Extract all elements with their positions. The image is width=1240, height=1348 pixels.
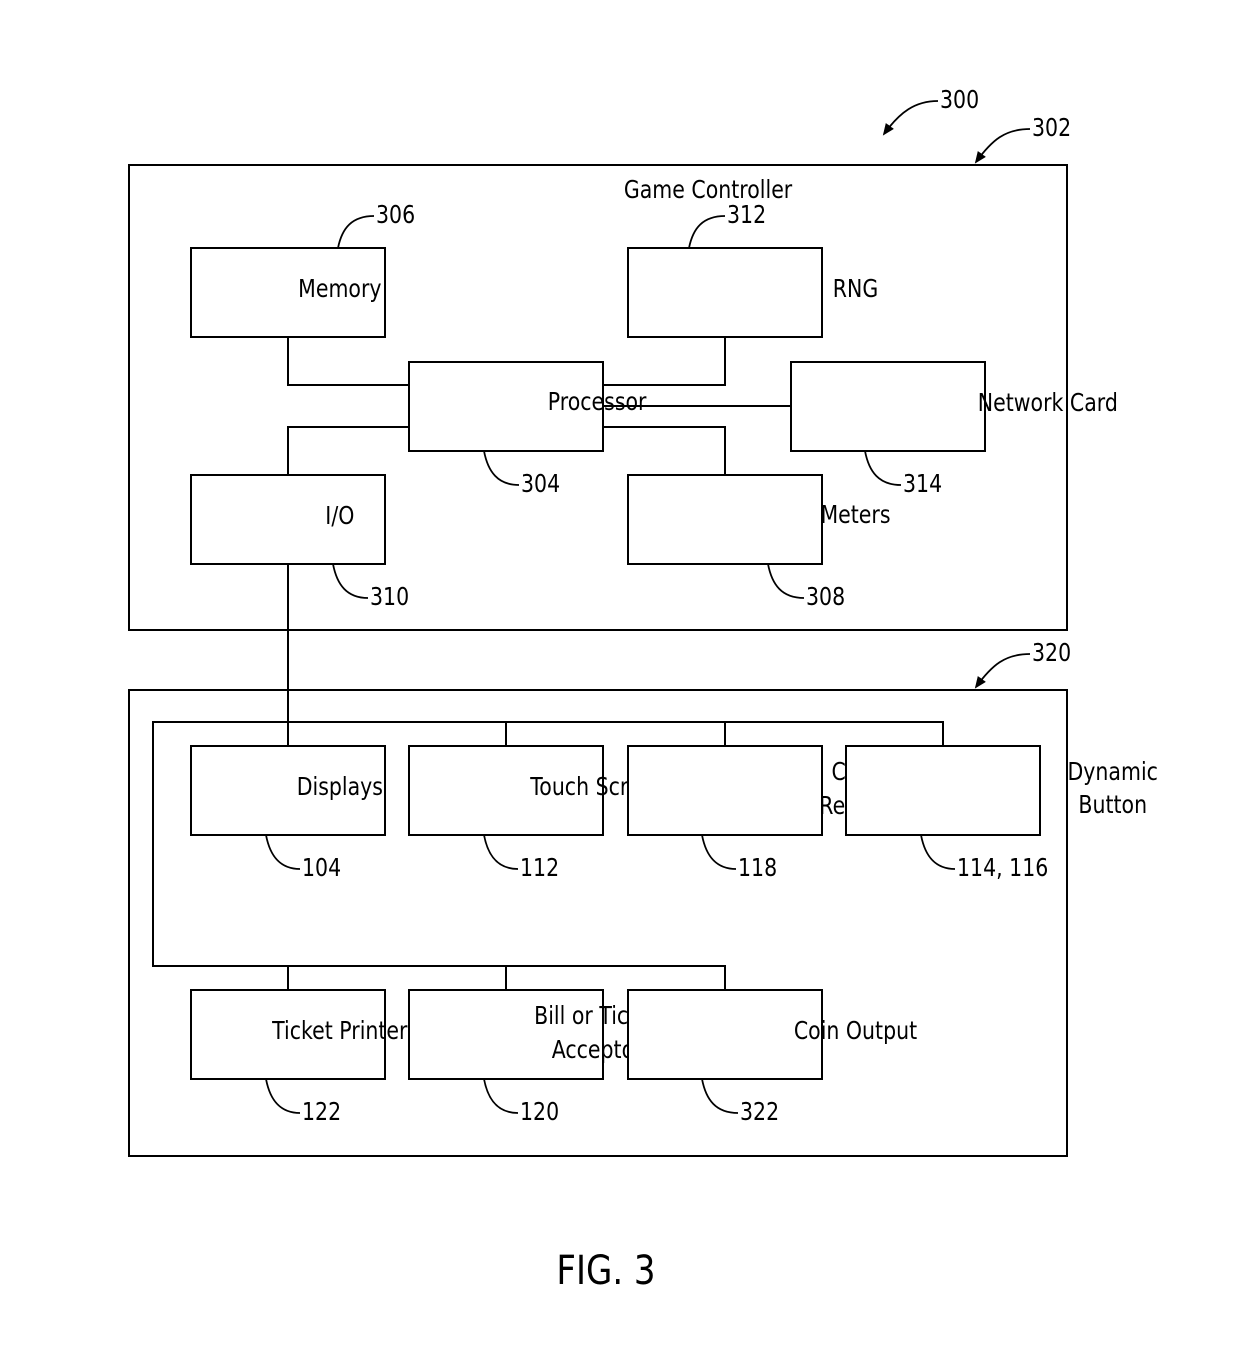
io-label: I/O [325,502,354,530]
rng-label: RNG [833,275,878,303]
block-diagram: 300 Game Controller 302 Memory 306 RNG 3… [128,86,1158,1294]
ref-300-callout: 300 [882,86,979,136]
dynamic-button-box [845,745,1041,836]
component-coin-output: Coin Output 322 [627,989,917,1127]
dynamic-button-label-line1: Dynamic [1068,758,1158,786]
rng-leader [688,215,726,249]
ref-300-label: 300 [940,86,979,114]
ref-302-label: 302 [1032,114,1071,142]
game-controller-title: Game Controller [624,176,793,204]
displays-leader [265,834,301,870]
touch-screen-ref: 112 [520,854,559,882]
dynamic-button-leader [920,834,956,870]
meters-label: Meters [820,501,890,529]
ref-320-label: 320 [1032,639,1071,667]
ref-320-arrow [974,653,1031,689]
component-io: I/O 310 [190,474,409,612]
component-dynamic-button: Dynamic Button 114, 116 [845,745,1158,883]
processor-leader [483,450,520,486]
io-leader [332,563,369,599]
component-bill-or-ticket-acceptor: Bill or Ticket Acceptor 120 [408,989,660,1127]
coin-output-label: Coin Output [794,1017,917,1045]
card-reader-ref: 118 [738,854,777,882]
meters-leader [767,563,805,599]
meters-box [627,474,823,565]
wire-rng-processor [603,337,726,386]
component-ticket-printer: Ticket Printer 122 [190,989,408,1127]
ticket-printer-leader [265,1078,301,1114]
io-ref: 310 [370,583,409,611]
wire-io-processor [287,426,409,475]
io-box [190,474,386,565]
ticket-printer-ref: 122 [302,1098,341,1126]
rng-ref: 312 [727,201,766,229]
bill-acceptor-ref: 120 [520,1098,559,1126]
component-processor: Processor 304 [408,361,647,499]
component-memory: Memory 306 [190,201,415,338]
network-card-ref: 314 [903,470,942,498]
processor-ref: 304 [521,470,560,498]
card-reader-box [627,745,823,836]
wire-meters-processor [603,426,726,475]
processor-label: Processor [548,388,647,416]
coin-output-box [627,989,823,1080]
coin-output-ref: 322 [740,1098,779,1126]
component-rng: RNG 312 [627,201,878,338]
wire-memory-processor [287,337,409,386]
ref-300-arrow [882,100,939,136]
memory-ref: 306 [376,201,415,229]
displays-label: Displays [297,773,383,801]
network-card-label: Network Card [978,389,1118,417]
meters-ref: 308 [806,583,845,611]
displays-ref: 104 [302,854,341,882]
network-card-leader [864,450,902,486]
memory-leader [337,215,375,249]
ref-302-arrow [974,128,1031,164]
bill-acceptor-leader [483,1078,519,1114]
component-displays: Displays 104 [190,745,386,883]
dynamic-button-ref: 114, 116 [957,854,1048,882]
component-network-card: Network Card 314 [790,361,1118,499]
coin-output-leader [701,1078,739,1114]
card-reader-leader [701,834,737,870]
memory-label: Memory [298,275,381,303]
ticket-printer-label: Ticket Printer [271,1017,408,1045]
dynamic-button-label-line2: Button [1078,791,1147,819]
figure-caption: FIG. 3 [556,1247,655,1293]
component-meters: Meters 308 [627,474,891,612]
rng-box [627,247,823,338]
network-card-box [790,361,986,452]
touch-screen-leader [483,834,519,870]
